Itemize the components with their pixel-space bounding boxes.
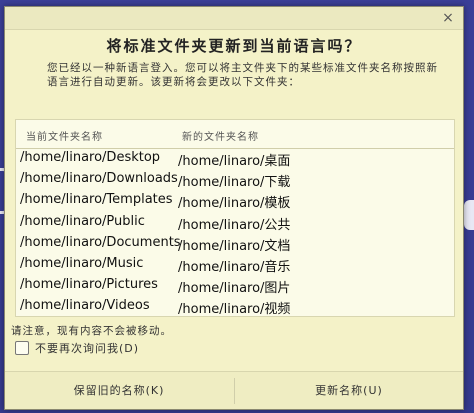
table-body: /home/linaro/Desktop/home/linaro/桌面/home… [16,149,454,319]
column-header-new[interactable]: 新的文件夹名称 [182,128,259,143]
table-row[interactable]: /home/linaro/Documents/home/linaro/文档 [16,234,454,255]
current-folder-name: /home/linaro/Pictures [20,277,158,293]
table-row[interactable]: /home/linaro/Pictures/home/linaro/图片 [16,276,454,297]
table-row[interactable]: /home/linaro/Public/home/linaro/公共 [16,213,454,234]
new-folder-name: /home/linaro/音乐 [178,259,291,275]
button-bar: 保留旧的名称(K) 更新名称(U) [5,371,463,409]
current-folder-name: /home/linaro/Desktop [20,150,161,165]
dialog-heading: 将标准文件夹更新到当前语言吗？ [106,37,362,55]
desktop-background: × 将标准文件夹更新到当前语言吗？ 您已经以一种新语言登入。您可以将主文件夹下的… [0,0,474,413]
table-row[interactable]: /home/linaro/Videos/home/linaro/视频 [16,297,454,318]
table-header: 当前文件夹名称 新的文件夹名称 [16,120,454,149]
table-row[interactable]: /home/linaro/Desktop/home/linaro/桌面 [16,149,454,170]
column-header-current[interactable]: 当前文件夹名称 [26,128,103,143]
dialog-description: 您已经以一种新语言登入。您可以将主文件夹下的某些标准文件夹名称按照新语言进行自动… [47,62,438,88]
current-folder-name: /home/linaro/Videos [20,298,150,314]
new-folder-name: /home/linaro/文档 [178,238,291,254]
current-folder-name: /home/linaro/Downloads [20,171,178,187]
dont-ask-again-label[interactable]: 不要再次询问我(D) [35,340,139,356]
keep-old-names-button[interactable]: 保留旧的名称(K) [5,378,233,404]
current-folder-name: /home/linaro/Music [20,255,144,271]
current-folder-name: /home/linaro/Templates [20,192,173,208]
new-folder-name: /home/linaro/模板 [178,196,291,212]
table-row[interactable]: /home/linaro/Downloads/home/linaro/下载 [16,170,454,191]
folder-table: 当前文件夹名称 新的文件夹名称 /home/linaro/Desktop/hom… [15,119,455,317]
new-folder-name: /home/linaro/图片 [178,281,291,297]
update-folders-dialog: × 将标准文件夹更新到当前语言吗？ 您已经以一种新语言登入。您可以将主文件夹下的… [4,6,464,410]
current-folder-name: /home/linaro/Public [20,213,145,229]
table-row[interactable]: /home/linaro/Templates/home/linaro/模板 [16,191,454,212]
new-folder-name: /home/linaro/桌面 [178,154,291,169]
notice-text: 请注意，现有内容不会被移动。 [11,325,172,337]
update-names-button[interactable]: 更新名称(U) [235,378,463,404]
dont-ask-again-checkbox[interactable] [15,341,29,355]
new-folder-name: /home/linaro/视频 [178,302,291,318]
new-folder-name: /home/linaro/下载 [178,175,291,191]
dialog-titlebar: × [5,7,463,30]
table-row[interactable]: /home/linaro/Music/home/linaro/音乐 [16,255,454,276]
close-icon[interactable]: × [441,11,455,25]
current-folder-name: /home/linaro/Documents [20,234,181,250]
desktop-decoration [464,200,474,230]
new-folder-name: /home/linaro/公共 [178,217,291,233]
